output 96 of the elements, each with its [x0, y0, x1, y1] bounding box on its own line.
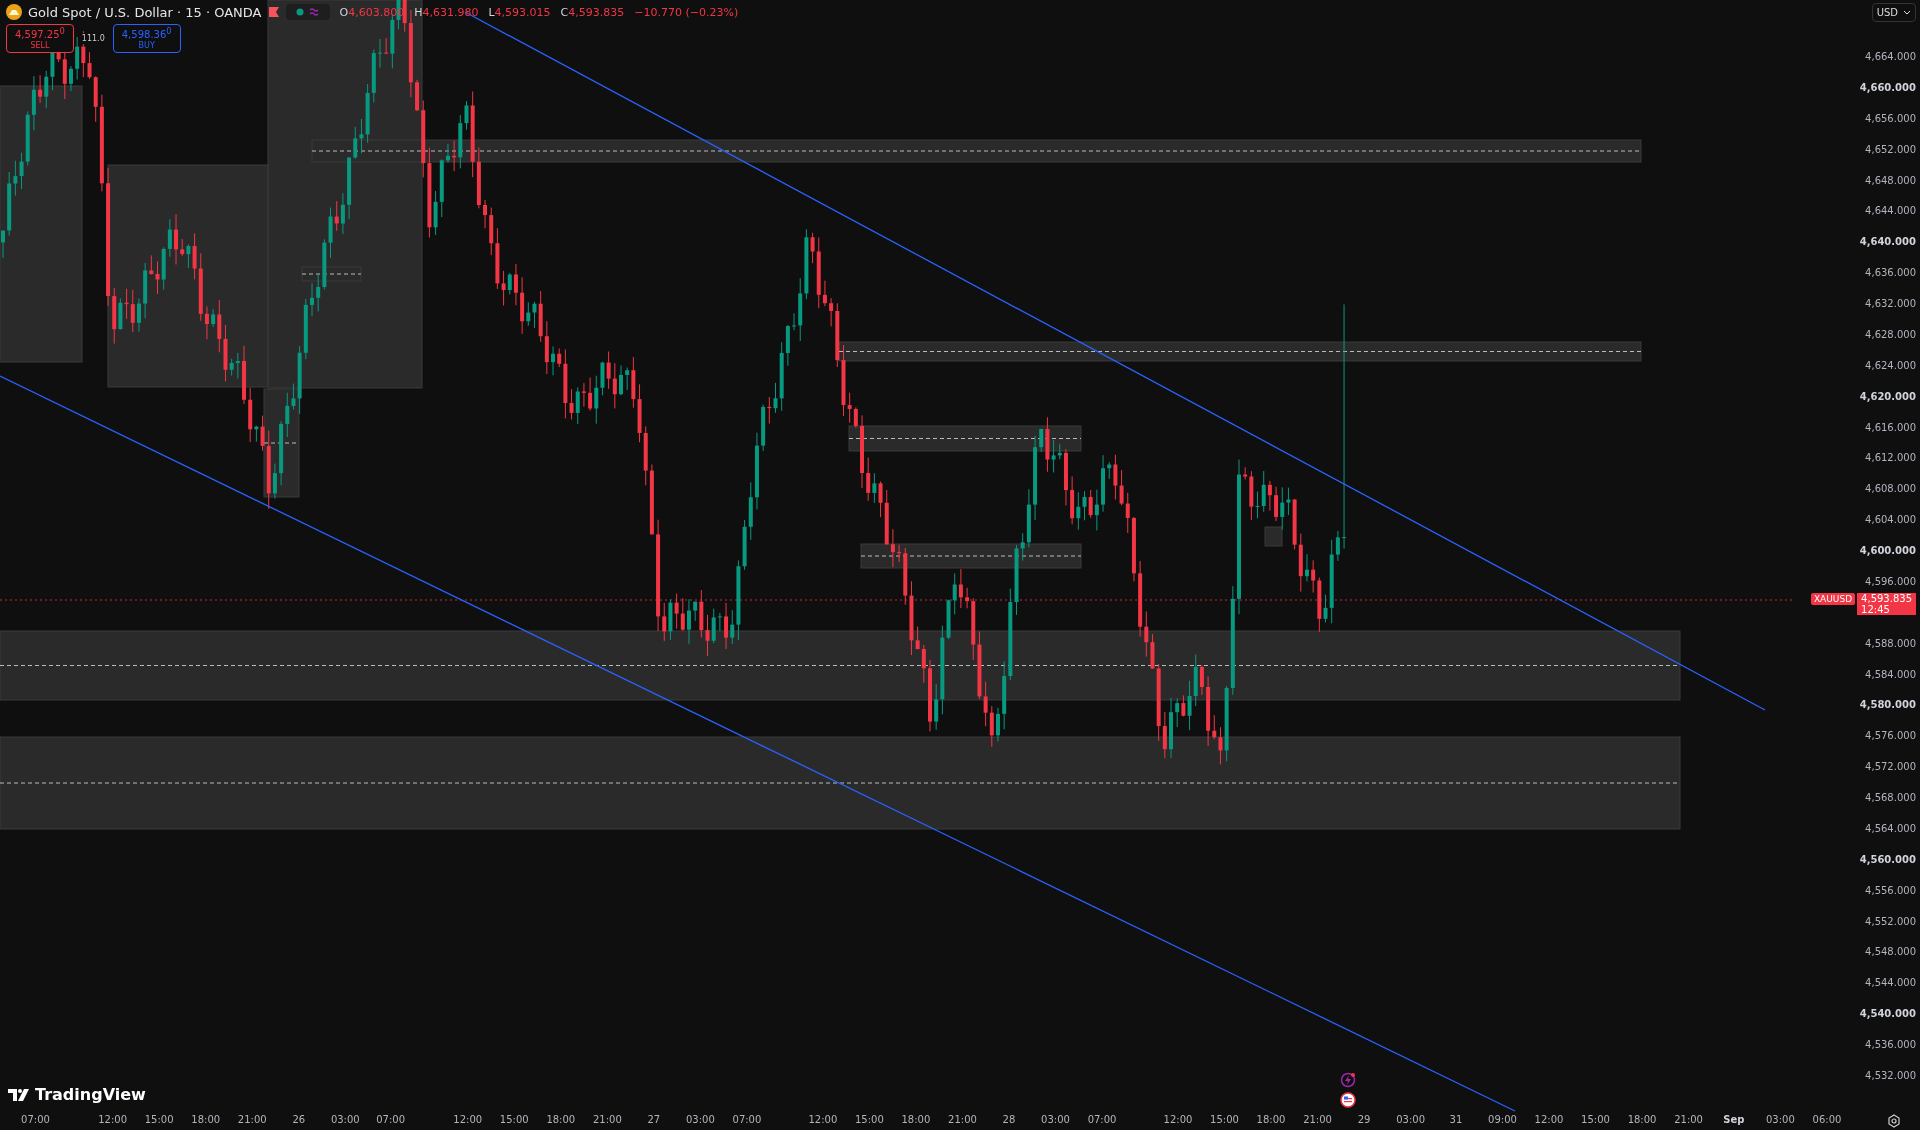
ohlc-value: 4,593.835	[568, 5, 625, 19]
price-label: 4,576.000	[1865, 729, 1916, 744]
price-label: 4,656.000	[1865, 111, 1916, 126]
time-label: 07:00	[21, 1114, 50, 1125]
price-label: 4,608.000	[1865, 482, 1916, 497]
time-label: 18:00	[1256, 1114, 1286, 1125]
price-label: 4,616.000	[1865, 420, 1916, 435]
time-label: 21:00	[1674, 1114, 1703, 1125]
time-label: 28	[1002, 1114, 1016, 1125]
time-label: 12:00	[808, 1114, 838, 1125]
price-label: 4,556.000	[1865, 883, 1916, 898]
symbol-tag: XAUUSD	[1810, 593, 1856, 605]
time-label: 15:00	[499, 1114, 529, 1125]
time-label: 03:00	[1766, 1114, 1795, 1125]
price-label: 4,612.000	[1865, 451, 1916, 466]
us-flag-event-icon[interactable]	[1340, 1092, 1356, 1108]
time-label: 18:00	[191, 1114, 221, 1125]
time-label: 06:00	[1812, 1114, 1842, 1125]
time-label: 21:00	[948, 1114, 977, 1125]
current-price: 4,593.835	[1861, 593, 1912, 604]
coin-icon	[6, 4, 22, 20]
price-label: 4,572.000	[1865, 760, 1916, 775]
price-label: 4,584.000	[1865, 667, 1916, 682]
price-label: 4,600.000	[1859, 544, 1916, 558]
price-label: 4,632.000	[1865, 297, 1916, 311]
price-label: 4,536.000	[1865, 1038, 1916, 1052]
price-label: 4,580.000	[1859, 698, 1916, 713]
price-label: 4,564.000	[1865, 821, 1916, 836]
price-label: 4,628.000	[1865, 327, 1916, 342]
ohlc-label: O	[339, 5, 349, 19]
price-label: 4,548.000	[1865, 945, 1916, 960]
spread-value: 111.0	[79, 32, 107, 44]
time-label: 15:00	[855, 1114, 884, 1125]
time-label: 12:00	[1534, 1114, 1564, 1125]
tradingview-logo-icon	[8, 1087, 30, 1102]
time-label: 03:00	[686, 1114, 715, 1125]
time-label: 26	[292, 1114, 306, 1125]
price-label: 4,532.000	[1865, 1068, 1916, 1083]
time-label: 12:00	[1163, 1114, 1193, 1125]
time-label: 31	[1449, 1114, 1463, 1125]
time-label: 27	[647, 1114, 661, 1125]
price-label: 4,560.000	[1859, 852, 1916, 867]
market-status-badge	[285, 4, 330, 20]
lightning-event-icon[interactable]	[1340, 1072, 1356, 1088]
ohlc-value: 4,593.015	[494, 5, 551, 19]
price-label: 4,544.000	[1865, 976, 1916, 991]
time-label: 15:00	[1581, 1114, 1610, 1125]
price-label: 4,552.000	[1865, 914, 1916, 929]
time-label: 07:00	[1087, 1114, 1117, 1125]
time-label: 12:00	[98, 1114, 128, 1125]
logo-text: TradingView	[35, 1085, 146, 1104]
bar-countdown: 12:45	[1861, 604, 1891, 615]
time-label: 03:00	[1396, 1114, 1425, 1125]
time-label: 12:00	[453, 1114, 483, 1125]
price-label: 4,568.000	[1865, 791, 1916, 805]
price-label: 4,636.000	[1865, 266, 1916, 281]
time-label: 15:00	[144, 1114, 174, 1125]
ohlc-value: 4,603.800	[348, 5, 405, 19]
price-label: 4,624.000	[1865, 358, 1916, 373]
price-label: 4,596.000	[1865, 574, 1916, 589]
price-change: −10.770 (−0.23%)	[634, 5, 739, 19]
currency-dropdown[interactable]: USD	[1871, 3, 1916, 22]
time-label: 29	[1357, 1114, 1371, 1125]
price-label: 4,664.000	[1865, 50, 1916, 64]
time-label: 18:00	[901, 1114, 931, 1125]
price-label: 4,652.000	[1865, 142, 1916, 157]
ohlc-value: 4,631.980	[422, 5, 479, 19]
buy-button[interactable]: 4,598.36$^{0}$ BUY	[112, 24, 181, 53]
price-label: 4,640.000	[1859, 235, 1916, 250]
time-label: 07:00	[376, 1114, 405, 1125]
price-label: 4,644.000	[1865, 204, 1916, 219]
price-label: 4,604.000	[1865, 513, 1916, 528]
symbol-title[interactable]: Gold Spot / U.S. Dollar · 15 · OANDA	[28, 4, 262, 20]
price-label: 4,648.000	[1865, 173, 1916, 188]
time-label: 18:00	[546, 1114, 576, 1125]
flag-icon[interactable]	[267, 6, 280, 18]
ohlc-label: H	[414, 5, 423, 19]
price-label: 4,620.000	[1859, 389, 1916, 404]
chevron-down-icon	[1903, 9, 1911, 16]
sell-button[interactable]: 4,597.25$^{0}$ SELL	[6, 24, 74, 53]
time-label: 03:00	[330, 1114, 360, 1125]
price-label: 4,660.000	[1859, 80, 1916, 95]
time-label: 18:00	[1627, 1114, 1657, 1125]
time-label: 03:00	[1041, 1114, 1070, 1125]
ohlc-label: L	[488, 5, 495, 19]
time-label: 21:00	[592, 1114, 622, 1125]
ohlc-label: C	[560, 5, 569, 19]
time-label: Sep	[1723, 1114, 1745, 1125]
time-label: 21:00	[237, 1114, 267, 1125]
settings-icon[interactable]	[1887, 1114, 1901, 1128]
time-label: 15:00	[1210, 1114, 1239, 1125]
time-label: 07:00	[732, 1114, 762, 1125]
time-label: 21:00	[1303, 1114, 1332, 1125]
time-label: 09:00	[1488, 1114, 1517, 1125]
price-label: 4,588.000	[1865, 636, 1916, 651]
price-label: 4,540.000	[1859, 1007, 1916, 1022]
